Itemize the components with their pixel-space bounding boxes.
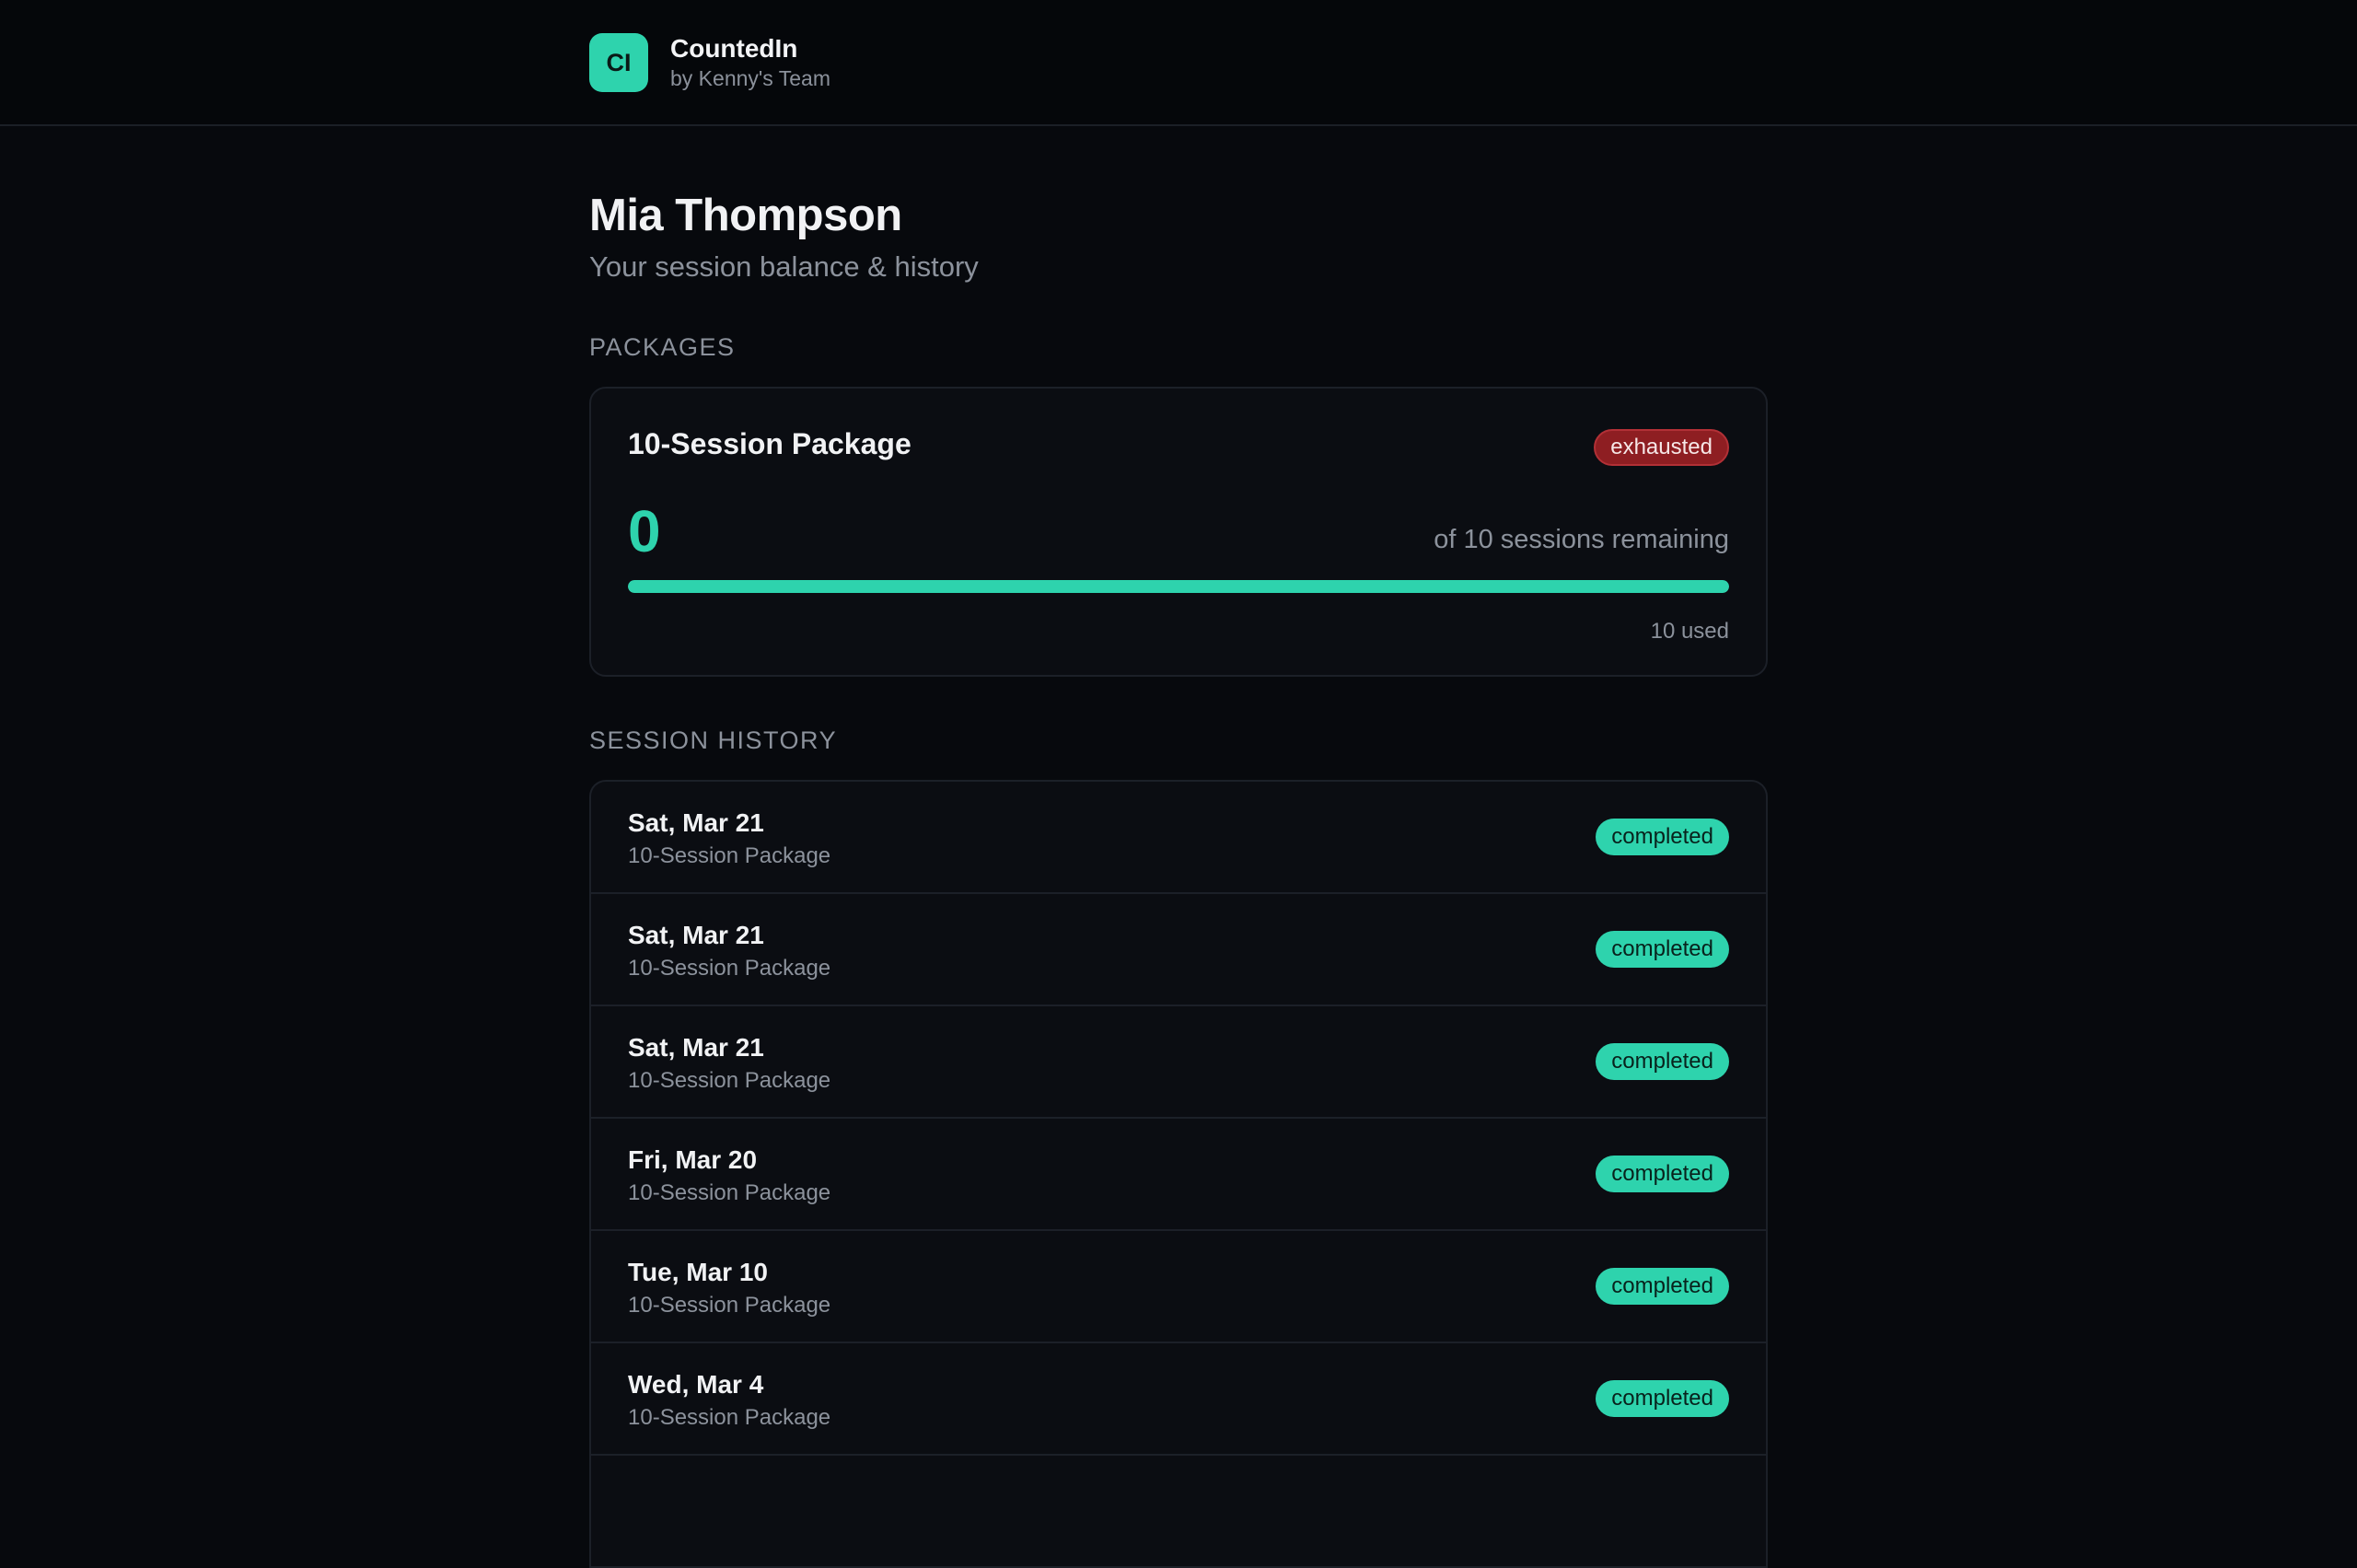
sessions-remaining-text: of 10 sessions remaining [1434,525,1729,554]
session-history-list: Sat, Mar 21 10-Session Package completed… [589,780,1768,1568]
status-badge-exhausted: exhausted [1594,429,1729,466]
app-byline: by Kenny's Team [670,66,831,90]
list-item[interactable]: Sat, Mar 21 10-Session Package completed [591,782,1766,894]
session-date: Wed, Mar 4 [628,1370,764,1399]
session-package: 10-Session Package [628,1068,831,1093]
app-name: CountedIn [670,34,798,63]
session-date: Sat, Mar 21 [628,808,764,837]
usage-progress-fill [628,580,1729,593]
status-badge-completed: completed [1596,819,1729,855]
session-date: Sat, Mar 21 [628,921,764,949]
status-badge-completed: completed [1596,1380,1729,1417]
sessions-used-text: 10 used [1650,619,1729,644]
status-badge-completed: completed [1596,931,1729,968]
list-item[interactable]: Sat, Mar 21 10-Session Package completed [591,1006,1766,1119]
status-badge-completed: completed [1596,1156,1729,1192]
main-content: Mia Thompson Your session balance & hist… [589,126,1768,1568]
list-item[interactable] [591,1456,1766,1568]
session-date: Sat, Mar 21 [628,1033,764,1062]
session-package: 10-Session Package [628,1405,831,1430]
session-date: Tue, Mar 10 [628,1258,768,1286]
package-card: 10-Session Package exhausted 0 of 10 ses… [589,387,1768,677]
brand-text: CountedIn by Kenny's Team [670,33,830,92]
history-section-label: SESSION HISTORY [589,726,838,754]
session-package: 10-Session Package [628,843,831,868]
session-package: 10-Session Package [628,1293,831,1318]
session-package: 10-Session Package [628,1180,831,1205]
session-package: 10-Session Package [628,956,831,981]
page-subtitle: Your session balance & history [589,250,979,283]
session-date: Fri, Mar 20 [628,1145,758,1174]
status-badge-completed: completed [1596,1043,1729,1080]
package-title: 10-Session Package [628,427,911,460]
logo-badge: CI [589,33,648,92]
status-badge-completed: completed [1596,1268,1729,1305]
page-title: Mia Thompson [589,191,902,240]
sessions-remaining-count: 0 [628,498,661,564]
top-bar: CI CountedIn by Kenny's Team [0,0,2357,126]
list-item[interactable]: Wed, Mar 4 10-Session Package completed [591,1343,1766,1456]
usage-progress-bar [628,580,1729,593]
brand-header[interactable]: CI CountedIn by Kenny's Team [589,33,830,92]
list-item[interactable]: Fri, Mar 20 10-Session Package completed [591,1119,1766,1231]
list-item[interactable]: Tue, Mar 10 10-Session Package completed [591,1231,1766,1343]
packages-section-label: PACKAGES [589,333,736,361]
list-item[interactable]: Sat, Mar 21 10-Session Package completed [591,894,1766,1006]
